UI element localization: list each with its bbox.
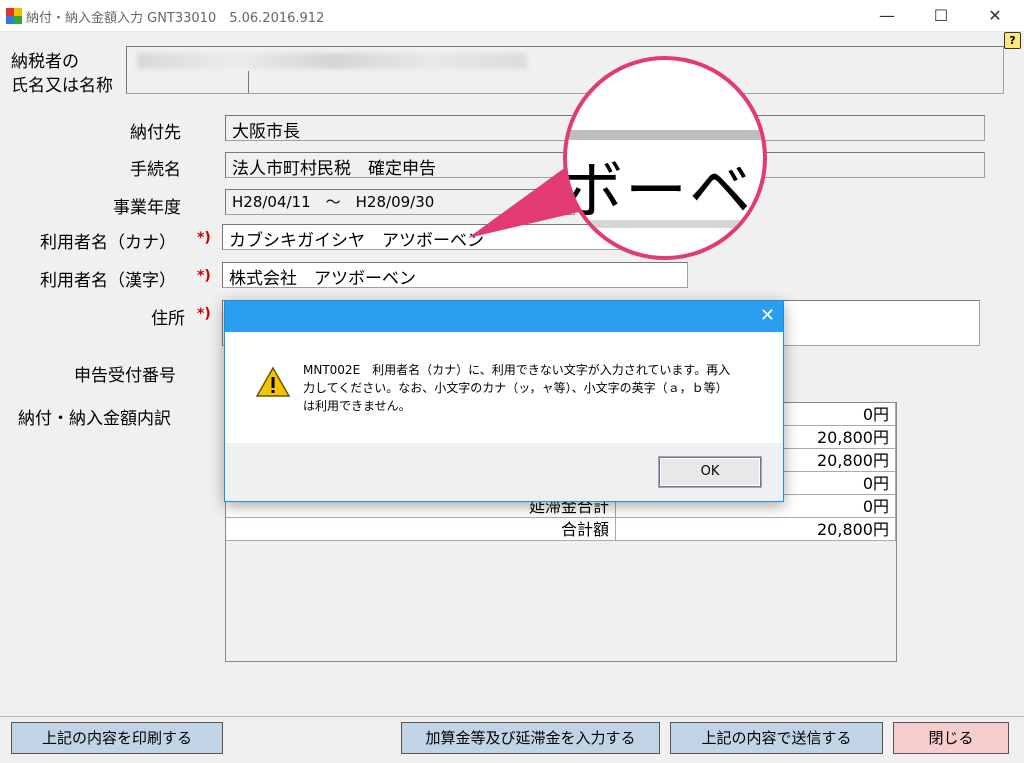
address-label: 住所 bbox=[151, 309, 185, 329]
window-title: 納付・納入金額入力 GNT33010 5.06.2016.912 bbox=[26, 11, 325, 26]
footer-divider bbox=[0, 716, 1024, 717]
required-mark: *) bbox=[197, 268, 211, 284]
user-kana-label: 利用者名（カナ） bbox=[40, 233, 176, 253]
field-divider bbox=[248, 71, 249, 93]
payee-label: 納付先 bbox=[130, 123, 181, 143]
magnifier-callout: ボーベ bbox=[563, 56, 767, 260]
dialog-message: MNT002E 利用者名（カナ）に、利用できない文字が入力されています。再入 力… bbox=[303, 361, 763, 415]
receipt-number-label: 申告受付番号 bbox=[74, 366, 176, 386]
redacted-taxpayer-name bbox=[137, 53, 527, 69]
app-icon bbox=[6, 8, 22, 24]
error-dialog: ✕ MNT002E 利用者名（カナ）に、利用できない文字が入力されています。再入… bbox=[224, 300, 784, 502]
help-icon[interactable]: ? bbox=[1004, 32, 1021, 49]
dialog-message-line2: 力してください。なお、小文字のカナ（ッ，ャ等）、小文字の英字（ａ，ｂ等） bbox=[303, 381, 728, 395]
fiscal-year-label: 事業年度 bbox=[113, 198, 181, 218]
user-kanji-input[interactable]: 株式会社 アツボーベン bbox=[222, 262, 688, 288]
user-kanji-label: 利用者名（漢字） bbox=[40, 271, 176, 291]
ok-button[interactable]: OK bbox=[659, 457, 761, 487]
dialog-body: MNT002E 利用者名（カナ）に、利用できない文字が入力されています。再入 力… bbox=[225, 332, 783, 443]
amount-row-label: 合計額 bbox=[226, 518, 616, 541]
magnified-text: ボーベ bbox=[563, 154, 754, 227]
send-button[interactable]: 上記の内容で送信する bbox=[670, 722, 883, 754]
dialog-message-line3: は利用できません。 bbox=[303, 399, 411, 413]
close-button[interactable]: 閉じる bbox=[893, 722, 1009, 754]
enter-additional-button[interactable]: 加算金等及び延滞金を入力する bbox=[401, 722, 660, 754]
dialog-message-line1: MNT002E 利用者名（カナ）に、利用できない文字が入力されています。再入 bbox=[303, 363, 731, 377]
maximize-button[interactable]: ☐ bbox=[918, 0, 964, 31]
amount-row-value: 20,800円 bbox=[616, 518, 896, 541]
taxpayer-label: 納税者の 氏名又は名称 bbox=[11, 50, 113, 98]
breakdown-label: 納付・納入金額内訳 bbox=[18, 409, 171, 429]
taxpayer-label-line2: 氏名又は名称 bbox=[11, 76, 113, 96]
minimize-button[interactable]: — bbox=[864, 0, 910, 31]
taxpayer-label-line1: 納税者の bbox=[11, 52, 79, 72]
taxpayer-name-field bbox=[126, 46, 1004, 94]
magnifier-border-strip bbox=[567, 130, 763, 140]
title-bar: 納付・納入金額入力 GNT33010 5.06.2016.912 — ☐ ✕ bbox=[0, 0, 1024, 32]
close-window-button[interactable]: ✕ bbox=[972, 0, 1018, 31]
warning-icon bbox=[256, 366, 290, 397]
print-button[interactable]: 上記の内容を印刷する bbox=[11, 722, 223, 754]
dialog-footer: OK bbox=[225, 443, 783, 501]
required-mark: *) bbox=[197, 306, 211, 322]
dialog-title-bar: ✕ bbox=[225, 301, 783, 332]
table-row: 合計額 20,800円 bbox=[226, 518, 896, 541]
required-mark: *) bbox=[197, 230, 211, 246]
procedure-label: 手続名 bbox=[130, 160, 181, 180]
dialog-close-button[interactable]: ✕ bbox=[760, 305, 775, 326]
